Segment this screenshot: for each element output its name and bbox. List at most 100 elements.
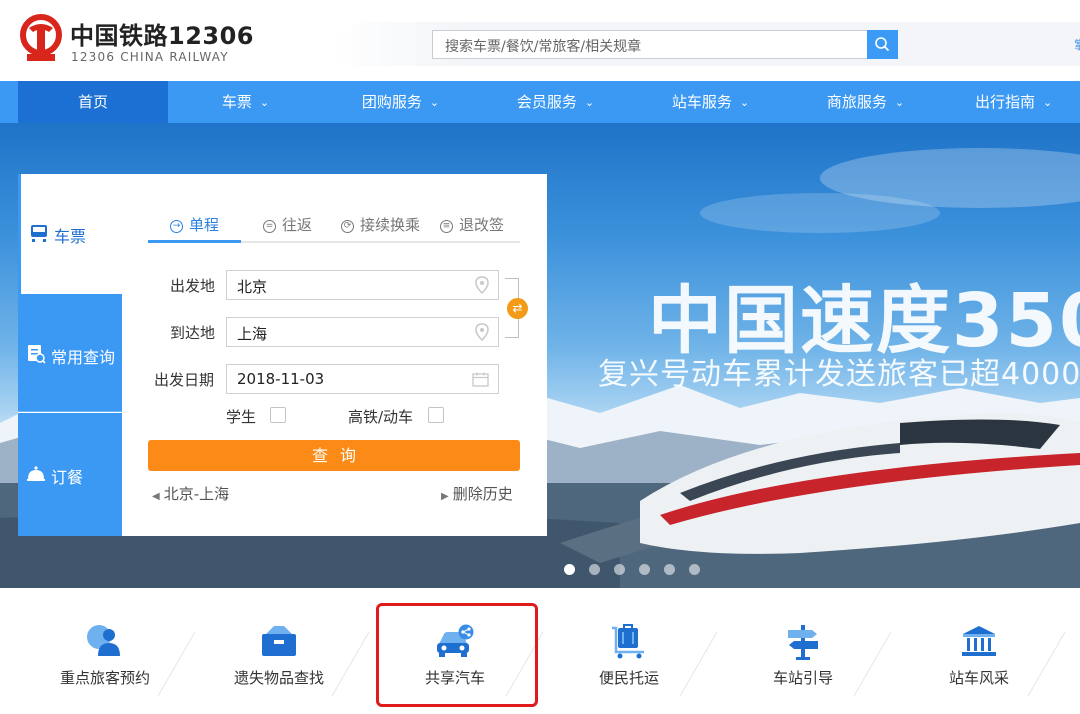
- refund-icon: ≡: [440, 220, 453, 233]
- chevron-down-icon: ⌄: [584, 96, 595, 109]
- brand-subtitle: 12306 CHINA RAILWAY: [71, 50, 229, 64]
- service-luggage[interactable]: 便民托运: [542, 588, 716, 714]
- nav-member-service-label: 会员服务: [516, 93, 577, 111]
- chevron-down-icon: ⌄: [894, 96, 905, 109]
- tab-one-way[interactable]: → 单程: [170, 214, 219, 235]
- dining-icon: [27, 466, 45, 481]
- service-label: 重点旅客预约: [59, 669, 150, 687]
- tab-transfer-label: 接续换乘: [360, 216, 421, 234]
- departure-date-value: 2018-11-03: [237, 370, 325, 388]
- main-nav: 首页 车票 ⌄ 团购服务 ⌄ 会员服务 ⌄ 站车服务 ⌄ 商旅服务 ⌄ 出行指南 ⌄: [0, 81, 1080, 123]
- departure-date-input[interactable]: 2018-11-03: [226, 364, 499, 394]
- delete-history-label: 删除历史: [452, 485, 513, 503]
- active-tab-underline: [148, 240, 241, 243]
- tab-refund-change-label: 退改签: [459, 216, 505, 234]
- tab-one-way-label: 单程: [189, 216, 220, 234]
- lost-found-icon: [262, 626, 296, 656]
- nav-station-service[interactable]: 站车服务 ⌄: [633, 81, 788, 123]
- nav-station-service-label: 站车服务: [671, 93, 732, 111]
- highspeed-checkbox[interactable]: [428, 407, 444, 423]
- carousel-dot[interactable]: [614, 564, 625, 575]
- service-shortcuts: 重点旅客预约 遗失物品查找 共享汽车 便民托运 车站引导 站车风采: [0, 588, 1080, 714]
- search-button[interactable]: [867, 30, 898, 59]
- service-station-showcase[interactable]: 站车风采: [892, 588, 1066, 714]
- location-pin-icon: [475, 323, 489, 341]
- carousel-dot[interactable]: [639, 564, 650, 575]
- side-tab-common-query-label: 常用查询: [51, 348, 116, 367]
- site-search-input[interactable]: 搜索车票/餐饮/常旅客/相关规章: [432, 30, 868, 59]
- from-station-input[interactable]: 北京: [226, 270, 499, 300]
- nav-tickets[interactable]: 车票 ⌄: [168, 81, 323, 123]
- ticket-booking-panel: 车票 常用查询 订餐 → 单程 = 往返 ⟳ 接续换乘 ≡ 退改签 出发地 北京: [18, 174, 547, 536]
- chevron-down-icon: ⌄: [259, 96, 270, 109]
- student-checkbox[interactable]: [270, 407, 286, 423]
- nav-home[interactable]: 首页: [18, 81, 168, 123]
- chevron-down-icon: ⌄: [1043, 96, 1053, 109]
- history-item[interactable]: ◀ 北京-上海: [152, 483, 229, 504]
- tab-transfer[interactable]: ⟳ 接续换乘: [341, 214, 420, 235]
- from-station-value: 北京: [237, 278, 268, 296]
- side-tab-tickets[interactable]: 车票: [18, 174, 122, 294]
- location-pin-icon: [475, 276, 489, 294]
- nav-business-service[interactable]: 商旅服务 ⌄: [788, 81, 943, 123]
- delete-history-link[interactable]: ▶ 删除历史: [441, 483, 513, 504]
- triangle-left-icon: ◀: [152, 491, 160, 502]
- highlight-annotation-box: [376, 603, 538, 707]
- side-tab-dining-label: 订餐: [51, 468, 84, 487]
- priority-passenger-icon: [87, 625, 120, 656]
- carousel-dot[interactable]: [664, 564, 675, 575]
- arrow-right-icon: →: [170, 220, 183, 233]
- nav-member-service[interactable]: 会员服务 ⌄: [478, 81, 633, 123]
- banner-subline: 复兴号动车累计发送旅客已超4000万: [598, 357, 1080, 392]
- service-label: 站车风采: [948, 669, 1009, 687]
- carousel-dot[interactable]: [564, 564, 575, 575]
- nav-business-service-label: 商旅服务: [826, 93, 887, 111]
- service-label: 遗失物品查找: [233, 669, 324, 687]
- nav-home-label: 首页: [77, 93, 108, 111]
- service-lost-found[interactable]: 遗失物品查找: [192, 588, 366, 714]
- tab-round-trip-label: 往返: [282, 216, 313, 234]
- query-button[interactable]: 查询: [148, 440, 520, 471]
- nav-travel-guide[interactable]: 出行指南 ⌄: [943, 81, 1080, 123]
- to-label: 到达地: [170, 324, 216, 342]
- transfer-icon: ⟳: [341, 220, 354, 233]
- swap-stations-button[interactable]: ⇄: [507, 298, 528, 319]
- service-station-guide[interactable]: 车站引导: [716, 588, 890, 714]
- date-label: 出发日期: [154, 371, 215, 389]
- tab-round-trip[interactable]: = 往返: [263, 214, 312, 235]
- to-station-input[interactable]: 上海: [226, 317, 499, 347]
- search-icon: [875, 37, 890, 52]
- chevron-down-icon: ⌄: [739, 96, 750, 109]
- student-label: 学生: [226, 408, 257, 426]
- carousel-dot[interactable]: [589, 564, 600, 575]
- history-item-label: 北京-上海: [163, 485, 230, 503]
- site-header: 中国铁路12306 12306 CHINA RAILWAY 搜索车票/餐饮/常旅…: [0, 0, 1080, 81]
- nav-group-service[interactable]: 团购服务 ⌄: [323, 81, 478, 123]
- luggage-cart-icon: [612, 624, 644, 659]
- to-station-value: 上海: [237, 325, 268, 343]
- calendar-icon: [472, 372, 489, 387]
- side-tab-dining[interactable]: 订餐: [18, 413, 122, 536]
- side-tab-tickets-label: 车票: [54, 227, 87, 246]
- swap-icon: ⇄: [512, 301, 523, 315]
- side-tab-common-query[interactable]: 常用查询: [18, 294, 122, 412]
- triangle-right-icon: ▶: [441, 491, 449, 502]
- header-edge-link[interactable]: 掌: [1074, 36, 1080, 53]
- china-railway-logo-icon[interactable]: [18, 14, 64, 66]
- nav-tickets-label: 车票: [221, 93, 252, 111]
- brand-title[interactable]: 中国铁路12306: [70, 16, 254, 51]
- nav-travel-guide-label: 出行指南: [975, 93, 1036, 111]
- carousel-dot[interactable]: [689, 564, 700, 575]
- nav-group-service-label: 团购服务: [361, 93, 422, 111]
- signpost-icon: [788, 625, 818, 660]
- highspeed-label: 高铁/动车: [348, 408, 414, 426]
- query-icon: [28, 345, 46, 364]
- trip-type-tabs: → 单程 = 往返 ⟳ 接续换乘 ≡ 退改签: [148, 212, 520, 243]
- service-priority-passenger[interactable]: 重点旅客预约: [18, 588, 192, 714]
- tab-refund-change[interactable]: ≡ 退改签: [440, 214, 504, 235]
- from-label: 出发地: [170, 277, 216, 295]
- train-icon: [31, 225, 47, 242]
- chevron-down-icon: ⌄: [429, 96, 440, 109]
- station-building-icon: [962, 626, 996, 656]
- round-trip-icon: =: [263, 220, 276, 233]
